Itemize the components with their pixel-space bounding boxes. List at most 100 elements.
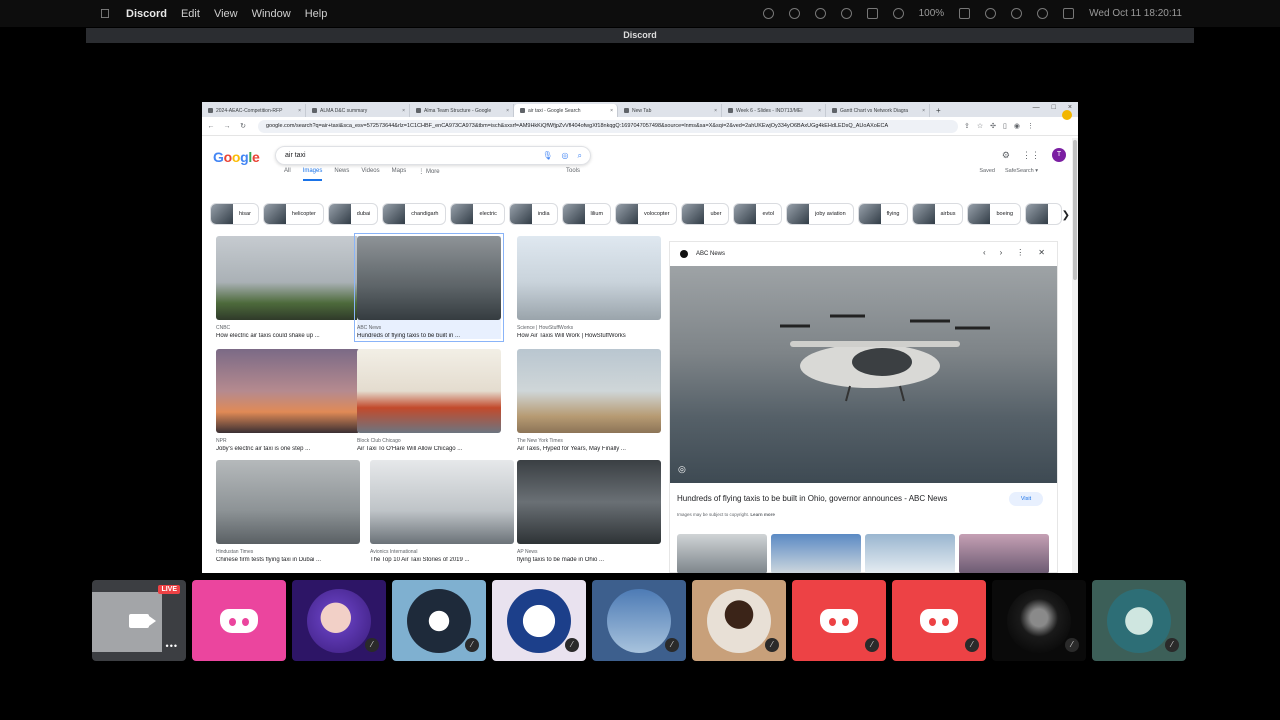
chip-india[interactable]: india	[508, 203, 558, 225]
participant-tile[interactable]: ⁄	[792, 580, 886, 661]
result-thumbnail[interactable]	[517, 236, 661, 320]
maximize-icon[interactable]: □	[1052, 104, 1056, 111]
browser-tab[interactable]: Week 6 - Slides - IND713/MEI ×	[722, 104, 826, 117]
more-vert-icon[interactable]: ⋮	[1016, 248, 1024, 257]
chip-airbus[interactable]: airbus	[911, 203, 964, 225]
preview-image[interactable]: ◎	[670, 266, 1057, 483]
visit-button[interactable]: Visit	[1009, 492, 1043, 506]
result-thumbnail[interactable]	[517, 349, 661, 433]
play-icon[interactable]	[788, 8, 800, 19]
menu-window[interactable]: Window	[252, 8, 291, 20]
chip-dubai[interactable]: dubai	[327, 203, 379, 225]
result-thumbnail[interactable]	[357, 236, 501, 320]
search-icon[interactable]: ⌕	[578, 151, 582, 161]
profile-icon[interactable]: ◉	[1014, 122, 1020, 130]
more-options-icon[interactable]: •••	[166, 641, 178, 651]
participant-tile[interactable]: ⁄	[692, 580, 786, 661]
search-query[interactable]: air taxi	[285, 152, 306, 159]
chip-flying[interactable]: flying	[857, 203, 908, 225]
image-result[interactable]: NPR Joby's electric air taxi is one step…	[216, 349, 360, 452]
related-thumbnail[interactable]	[771, 534, 861, 573]
close-icon[interactable]: ×	[714, 108, 717, 114]
browser-tab-active[interactable]: air taxi - Google Search ×	[514, 104, 618, 117]
clock[interactable]: Wed Oct 11 18:20:11	[1089, 8, 1182, 19]
result-thumbnail[interactable]	[517, 460, 661, 544]
browser-tab[interactable]: New Tab ×	[618, 104, 722, 117]
chip-chandigarh[interactable]: chandigarh	[382, 203, 447, 225]
share-icon[interactable]: ⇪	[964, 122, 970, 130]
tools-button[interactable]: Tools	[566, 168, 580, 174]
control-center-icon[interactable]	[1063, 8, 1075, 19]
menu-help[interactable]: Help	[305, 8, 328, 20]
window-icon[interactable]	[866, 8, 878, 19]
image-result[interactable]: Block Club Chicago Air Taxi To O'Hare Wi…	[357, 349, 501, 452]
tab-news[interactable]: News	[334, 168, 349, 181]
chip-electric[interactable]: electric	[450, 203, 505, 225]
menu-app-discord[interactable]: Discord	[126, 8, 167, 20]
result-thumbnail[interactable]	[216, 349, 360, 433]
close-icon[interactable]: ×	[610, 108, 613, 114]
apple-icon[interactable]: 	[100, 6, 112, 21]
image-result[interactable]: Science | HowStuffWorks How Air Taxis Wi…	[517, 236, 661, 339]
image-result[interactable]: Avionics International The Top 10 Air Ta…	[370, 460, 514, 563]
chip-joby-aviation[interactable]: joby aviation	[786, 203, 854, 225]
status-icon[interactable]	[892, 8, 904, 19]
account-avatar[interactable]: T	[1052, 148, 1066, 162]
related-thumbnail[interactable]	[677, 534, 767, 573]
related-thumbnail[interactable]	[959, 534, 1049, 573]
menu-edit[interactable]: Edit	[181, 8, 200, 20]
participant-tile[interactable]: ⁄	[392, 580, 486, 661]
status-icon[interactable]	[762, 8, 774, 19]
back-icon[interactable]: ←	[204, 123, 218, 130]
tab-images[interactable]: Images	[302, 168, 323, 181]
new-tab-button[interactable]: +	[930, 104, 947, 117]
page-scrollbar[interactable]	[1072, 138, 1078, 573]
tab-maps[interactable]: Maps	[392, 168, 407, 181]
forward-icon[interactable]: →	[220, 123, 234, 130]
preview-title[interactable]: Hundreds of flying taxis to be built in …	[677, 494, 947, 503]
settings-gear-icon[interactable]: ⚙	[1002, 150, 1010, 161]
chip-helicopter[interactable]: helicopter	[262, 203, 324, 225]
image-result-selected[interactable]: ABC News Hundreds of flying taxis to be …	[354, 233, 504, 342]
saved-button[interactable]: Saved	[979, 168, 995, 174]
close-icon[interactable]: ×	[922, 108, 925, 114]
result-thumbnail[interactable]	[357, 349, 501, 433]
close-icon[interactable]: ×	[818, 108, 821, 114]
browser-tab[interactable]: Alma Team Structure - Google ×	[410, 104, 514, 117]
close-icon[interactable]: ×	[298, 108, 301, 114]
moon-icon[interactable]	[985, 8, 997, 19]
close-icon[interactable]: ×	[402, 108, 405, 114]
status-icon[interactable]	[814, 8, 826, 19]
image-result[interactable]: The New York Times Air Taxis, Hyped for …	[517, 349, 661, 452]
extensions-icon[interactable]: ✣	[990, 122, 996, 130]
microphone-icon[interactable]: 🎙	[542, 151, 552, 161]
search-input[interactable]: air taxi 🎙 ◎ ⌕	[275, 146, 591, 165]
participant-tile[interactable]: ⁄	[992, 580, 1086, 661]
chip-hisar[interactable]: hisar	[210, 203, 259, 225]
chevron-right-icon[interactable]: ›	[1000, 248, 1003, 257]
chip-evtol[interactable]: evtol	[733, 203, 783, 225]
chip-uber[interactable]: uber	[681, 203, 730, 225]
minimize-icon[interactable]: —	[1033, 104, 1040, 111]
related-thumbnail[interactable]	[865, 534, 955, 573]
result-thumbnail[interactable]	[370, 460, 514, 544]
participant-tile-stream[interactable]: LIVE •••	[92, 580, 186, 661]
url-field[interactable]: google.com/search?q=air+taxi&sca_esv=572…	[258, 119, 958, 133]
participant-tile[interactable]: ⁄	[292, 580, 386, 661]
bluetooth-icon[interactable]	[1011, 8, 1023, 19]
tab-more[interactable]: ⋮ More	[418, 168, 439, 181]
chevron-left-icon[interactable]: ‹	[983, 248, 986, 257]
sidepanel-icon[interactable]: ▯	[1003, 122, 1007, 130]
participant-tile[interactable]	[192, 580, 286, 661]
browser-tab[interactable]: ALMA D&C summary ×	[306, 104, 410, 117]
tab-videos[interactable]: Videos	[361, 168, 379, 181]
lens-icon[interactable]: ◎	[562, 151, 569, 161]
image-result[interactable]: Hindustan Times Chinese firm tests flyin…	[216, 460, 360, 563]
menu-view[interactable]: View	[214, 8, 238, 20]
participant-tile[interactable]: ⁄	[892, 580, 986, 661]
status-icon[interactable]	[840, 8, 852, 19]
preview-source[interactable]: ABC News	[696, 251, 725, 257]
participant-tile[interactable]: ⁄	[492, 580, 586, 661]
reload-icon[interactable]: ↻	[236, 122, 250, 130]
participant-tile[interactable]: ⁄	[1092, 580, 1186, 661]
